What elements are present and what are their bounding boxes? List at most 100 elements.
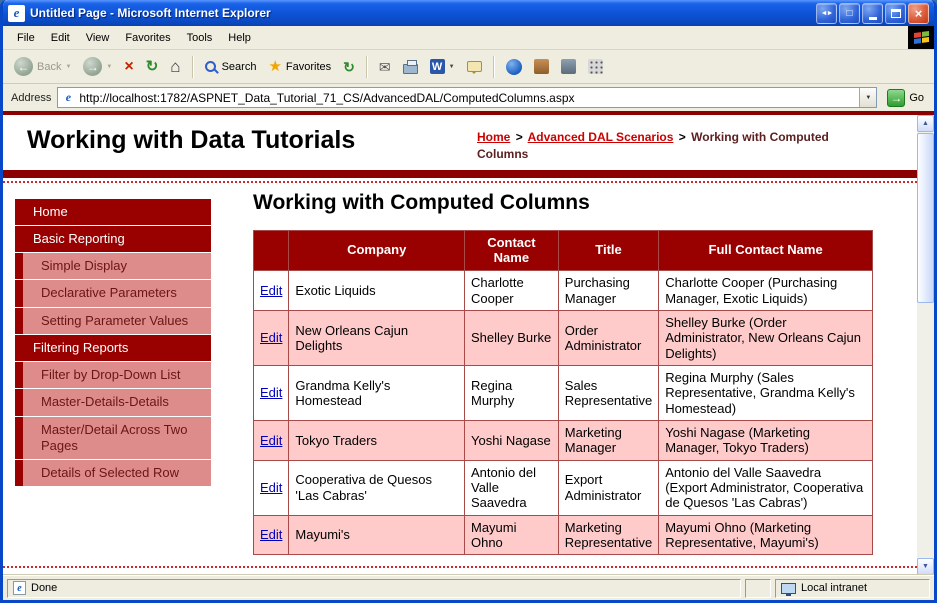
scroll-up-button[interactable]: ▲ [917, 115, 934, 132]
print-icon [402, 59, 418, 74]
table-row: Edit Grandma Kelly's Homestead Regina Mu… [252, 365, 873, 422]
discuss-button[interactable] [462, 58, 487, 75]
stop-button[interactable]: × [119, 56, 138, 78]
close-button[interactable]: × [908, 2, 929, 24]
plugin-button-3[interactable] [583, 56, 608, 77]
mail-icon: ✉ [378, 58, 391, 75]
back-icon: ← [14, 57, 33, 76]
menu-favorites[interactable]: Favorites [117, 26, 178, 49]
sidebar-item-setting-parameter-values[interactable]: Setting Parameter Values [15, 307, 211, 334]
scroll-down-button[interactable]: ▼ [917, 558, 934, 575]
menu-file[interactable]: File [9, 26, 43, 49]
sidebar-item-master-detail-across-two-pages[interactable]: Master/Detail Across Two Pages [15, 416, 211, 460]
menu-tools[interactable]: Tools [179, 26, 221, 49]
cell-full-contact-name: Antonio del Valle Saavedra (Export Admin… [658, 459, 873, 516]
favorites-star-icon: ★ [268, 58, 282, 75]
print-button[interactable] [398, 57, 423, 77]
cell-title: Order Administrator [557, 310, 660, 367]
back-label: Back [37, 60, 62, 73]
forward-button[interactable]: → ▼ [78, 54, 117, 79]
title-bar: e Untitled Page - Microsoft Internet Exp… [3, 0, 934, 26]
back-dropdown-icon: ▼ [65, 63, 72, 70]
pan-arrows-icon: ◄► [820, 9, 834, 17]
edit-link[interactable]: Edit [260, 385, 282, 400]
edit-link[interactable]: Edit [260, 283, 282, 298]
home-button[interactable]: ⌂ [165, 55, 185, 78]
search-button[interactable]: Search [200, 58, 262, 76]
history-icon: ↻ [343, 58, 355, 75]
breadcrumb-home-link[interactable]: Home [477, 130, 510, 144]
mail-button[interactable]: ✉ [374, 57, 396, 77]
grid-header-full-contact-name: Full Contact Name [658, 229, 873, 272]
cell-title: Marketing Representative [557, 514, 660, 556]
menu-bar: File Edit View Favorites Tools Help [3, 26, 934, 50]
minimize-button[interactable] [862, 2, 883, 24]
grid-header-company: Company [288, 229, 465, 272]
breadcrumb-section-link[interactable]: Advanced DAL Scenarios [528, 130, 674, 144]
close-icon: × [914, 5, 923, 21]
page-title: Working with Computed Columns [253, 190, 590, 214]
cell-company: Grandma Kelly's Homestead [288, 365, 465, 422]
cell-company: Mayumi's [288, 514, 465, 556]
address-input[interactable]: e http://localhost:1782/ASPNET_Data_Tuto… [57, 87, 878, 108]
plugin-button-1[interactable] [529, 56, 554, 77]
sidebar-item-filter-by-drop-down-list[interactable]: Filter by Drop-Down List [15, 362, 211, 389]
menu-help[interactable]: Help [220, 26, 259, 49]
page-favicon-icon: e [65, 90, 72, 104]
breadcrumb-separator: > [678, 130, 686, 144]
maximize-button[interactable] [885, 2, 906, 24]
grid-header-contact-name: Contact Name [463, 229, 559, 272]
sidebar-item-declarative-parameters[interactable]: Declarative Parameters [15, 280, 211, 307]
cell-contact-name: Shelley Burke [463, 310, 559, 367]
cell-company: Cooperativa de Quesos 'Las Cabras' [288, 459, 465, 516]
minimize-icon [868, 16, 877, 20]
edit-link[interactable]: Edit [260, 527, 282, 542]
sidebar-item-details-of-selected-row[interactable]: Details of Selected Row [15, 460, 211, 487]
plugin-button-2[interactable] [556, 56, 581, 77]
discuss-icon [466, 61, 482, 74]
refresh-icon: ↻ [145, 58, 159, 75]
window-box-button[interactable]: □ [839, 2, 860, 24]
browser-window: e Untitled Page - Microsoft Internet Exp… [0, 0, 937, 603]
address-bar: Address e http://localhost:1782/ASPNET_D… [3, 84, 934, 111]
vertical-scrollbar[interactable]: ▲ ▼ [917, 115, 934, 575]
edit-page-button[interactable]: W ▼ [425, 56, 460, 77]
address-dropdown-button[interactable]: ▼ [859, 88, 877, 107]
sidebar-item-simple-display[interactable]: Simple Display [15, 253, 211, 280]
scroll-up-icon: ▲ [922, 120, 929, 127]
edit-link[interactable]: Edit [260, 433, 282, 448]
scroll-track[interactable] [917, 304, 934, 558]
go-button[interactable]: → Go [883, 88, 928, 107]
history-button[interactable]: ↻ [338, 57, 360, 77]
edit-link[interactable]: Edit [260, 480, 282, 495]
cell-contact-name: Yoshi Nagase [463, 420, 559, 461]
cell-contact-name: Antonio del Valle Saavedra [463, 459, 559, 516]
menu-edit[interactable]: Edit [43, 26, 78, 49]
forward-dropdown-icon: ▼ [106, 63, 113, 70]
window-box-icon: □ [846, 7, 853, 19]
scroll-down-icon: ▼ [922, 563, 929, 570]
back-button[interactable]: ← Back ▼ [9, 54, 76, 79]
scroll-thumb[interactable] [917, 133, 934, 303]
pan-arrows-button[interactable]: ◄► [816, 2, 837, 24]
sidebar-item-master-details-details[interactable]: Master-Details-Details [15, 389, 211, 416]
sidebar-item-basic-reporting[interactable]: Basic Reporting [15, 225, 211, 253]
site-header: Working with Data Tutorials Home > Advan… [3, 115, 917, 170]
sidebar-item-home[interactable]: Home [15, 198, 211, 225]
toolbar-separator [191, 55, 194, 78]
edit-link[interactable]: Edit [260, 330, 282, 345]
header-band [3, 169, 917, 178]
refresh-button[interactable]: ↻ [141, 56, 164, 77]
cell-company: New Orleans Cajun Delights [288, 310, 465, 367]
home-icon: ⌂ [170, 57, 181, 76]
sidebar-item-filtering-reports[interactable]: Filtering Reports [15, 334, 211, 362]
windows-logo-throbber [908, 26, 934, 49]
browser-viewport: Working with Data Tutorials Home > Advan… [3, 115, 934, 575]
menu-view[interactable]: View [78, 26, 118, 49]
favorites-button[interactable]: ★ Favorites [263, 56, 336, 77]
plugin-icon-2 [560, 59, 576, 74]
messenger-button[interactable] [501, 56, 527, 78]
cell-title: Purchasing Manager [557, 270, 660, 312]
maximize-icon [890, 8, 901, 18]
cell-title: Marketing Manager [557, 420, 660, 461]
